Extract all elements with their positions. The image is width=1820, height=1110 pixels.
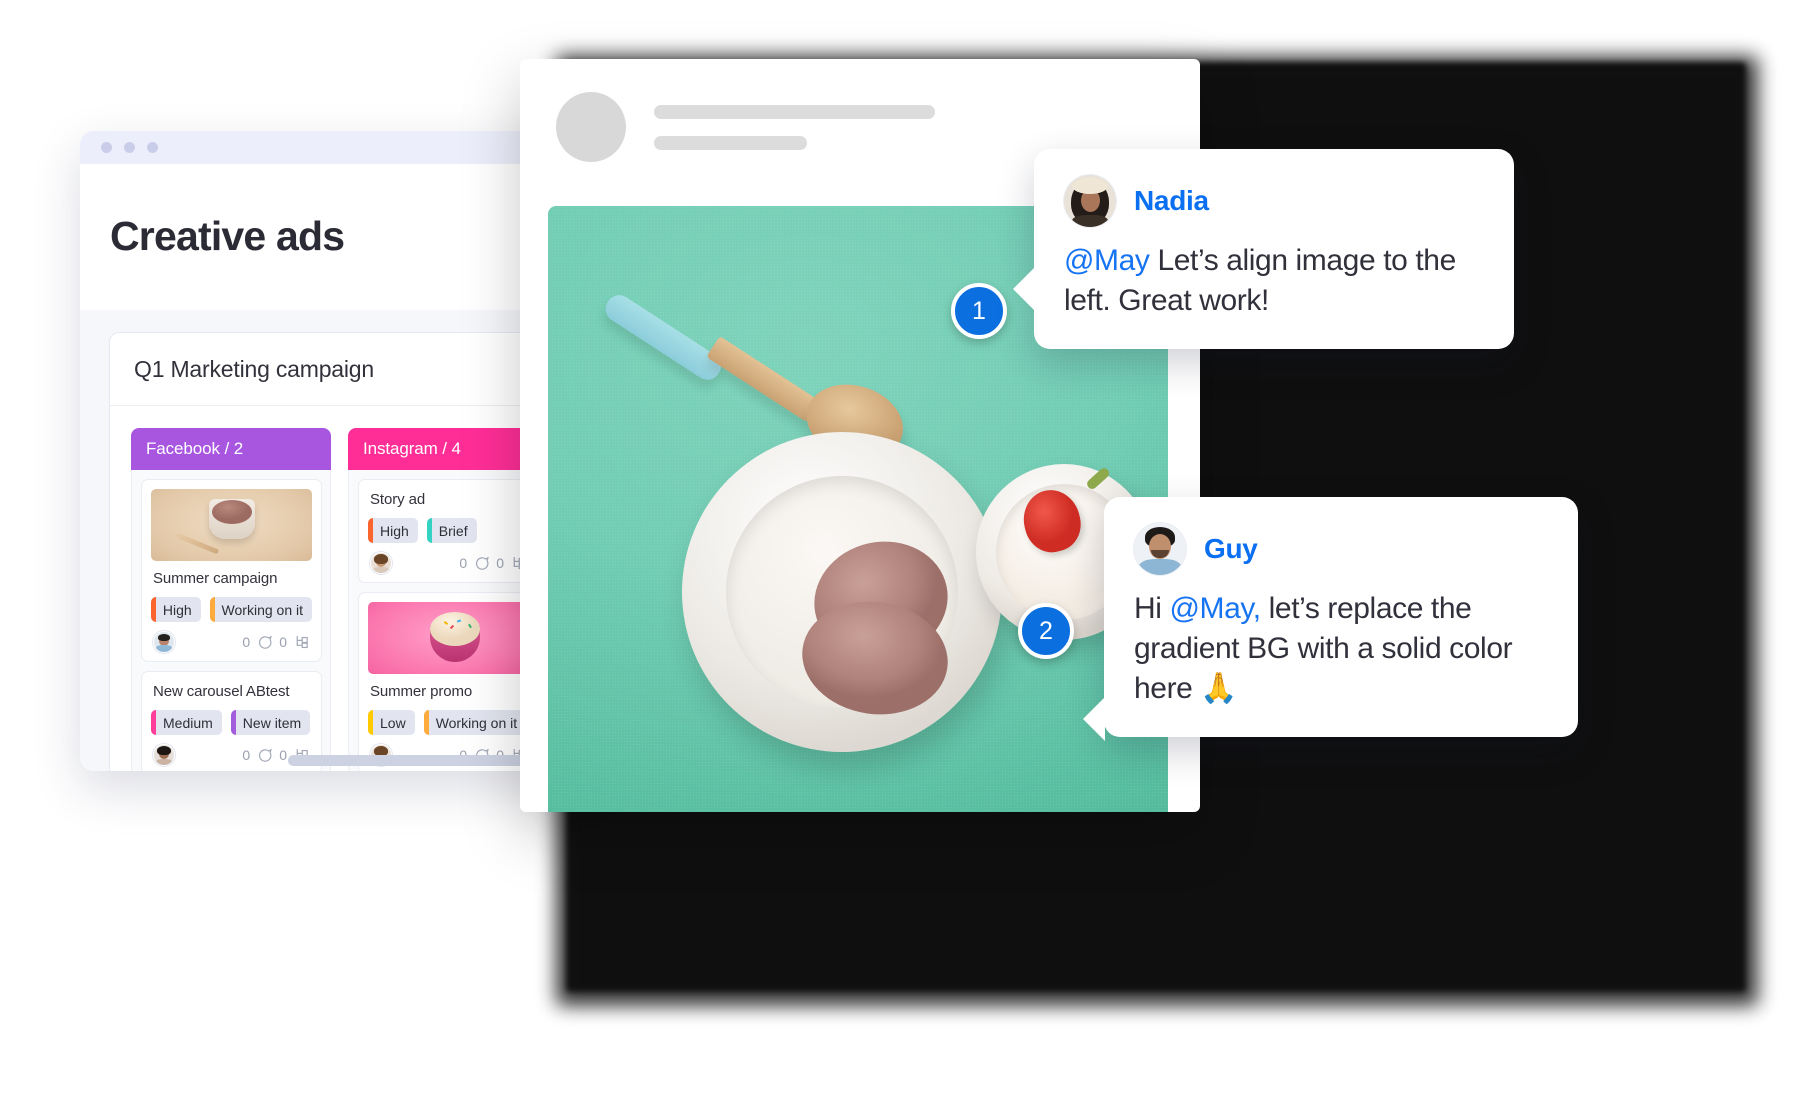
board-column-facebook: Facebook / 2 Summer campaign High Workin… bbox=[131, 428, 331, 771]
chip-label: Medium bbox=[163, 714, 213, 731]
strawberry-icon bbox=[1017, 466, 1112, 558]
large-ice-cream-bowl bbox=[682, 432, 1002, 752]
task-thumbnail-sprinkles-ice-cream bbox=[368, 602, 529, 674]
board-column-instagram: Instagram / 4 Story ad High Brief 0 0 Su… bbox=[348, 428, 548, 771]
updates-count: 0 bbox=[459, 555, 468, 571]
task-title: Summer campaign bbox=[153, 570, 278, 587]
placeholder-lines bbox=[654, 104, 935, 150]
task-chip-priority[interactable]: Low bbox=[368, 710, 415, 735]
task-chips: Low Working on it bbox=[368, 710, 529, 735]
task-meta: 0 0 bbox=[151, 629, 312, 653]
avatar[interactable] bbox=[153, 631, 175, 653]
board-window-body: Creative ads Q1 Marketing campaign Faceb… bbox=[80, 164, 595, 771]
task-title: Story ad bbox=[370, 491, 426, 508]
chip-label: Brief bbox=[438, 522, 468, 539]
board-area: Q1 Marketing campaign Facebook / 2 Summe… bbox=[80, 310, 595, 771]
guy-avatar[interactable] bbox=[1134, 523, 1186, 575]
task-card[interactable]: Story ad High Brief 0 0 bbox=[358, 479, 539, 583]
updates-count: 0 bbox=[242, 747, 251, 763]
screenshot-stage: Creative ads Q1 Marketing campaign Faceb… bbox=[0, 0, 1820, 1110]
task-chip-status[interactable]: New item bbox=[230, 710, 311, 735]
placeholder-line-short bbox=[654, 135, 807, 150]
comment-author-name: Nadia bbox=[1134, 185, 1209, 216]
task-chip-status[interactable]: Working on it bbox=[209, 597, 312, 622]
comment-text: Hi @May, let’s replace the gradient BG w… bbox=[1134, 589, 1548, 709]
mention-tag[interactable]: @May bbox=[1064, 244, 1150, 277]
window-chrome-bar bbox=[80, 131, 595, 164]
column-body-instagram: Story ad High Brief 0 0 Summer promo Low… bbox=[348, 470, 548, 771]
large-bowl-interior bbox=[726, 476, 959, 724]
comment-icon bbox=[476, 556, 489, 570]
task-card[interactable]: Summer promo Low Working on it bbox=[358, 592, 539, 771]
mention-tag[interactable]: @May, bbox=[1169, 592, 1261, 625]
traffic-light-close-icon[interactable] bbox=[101, 142, 112, 153]
task-card[interactable]: Summer campaign High Working on it 0 0 bbox=[141, 479, 322, 662]
subitems-icon bbox=[296, 635, 308, 648]
task-title: New carousel ABtest bbox=[153, 683, 290, 700]
traffic-light-minimize-icon[interactable] bbox=[124, 142, 135, 153]
chip-label: Low bbox=[380, 714, 406, 731]
comment-author-row: Guy bbox=[1134, 523, 1548, 575]
column-header-facebook[interactable]: Facebook / 2 bbox=[131, 428, 331, 470]
subitems-count: 0 bbox=[279, 634, 287, 650]
comment-icon bbox=[259, 635, 272, 649]
task-meta: 0 0 bbox=[368, 550, 529, 574]
comment-bubble-nadia: Nadia @May Let’s align image to the left… bbox=[1013, 149, 1514, 349]
traffic-light-maximize-icon[interactable] bbox=[147, 142, 158, 153]
comment-bubble-guy: Guy Hi @May, let’s replace the gradient … bbox=[1083, 497, 1578, 741]
task-counts: 0 0 bbox=[242, 634, 310, 651]
comment-author-name: Guy bbox=[1204, 533, 1258, 564]
placeholder-line-long bbox=[654, 104, 935, 119]
task-title: Summer promo bbox=[370, 683, 473, 700]
comment-text: @May Let’s align image to the left. Grea… bbox=[1064, 241, 1484, 321]
page-title: Creative ads bbox=[110, 213, 345, 259]
task-chips: High Working on it bbox=[151, 597, 312, 622]
column-header-instagram[interactable]: Instagram / 4 bbox=[348, 428, 548, 470]
chip-label: High bbox=[162, 601, 192, 618]
updates-count: 0 bbox=[242, 634, 251, 650]
chip-label: Working on it bbox=[221, 601, 303, 618]
post-header bbox=[520, 59, 1200, 162]
avatar[interactable] bbox=[153, 744, 175, 766]
chip-label: High bbox=[380, 522, 409, 539]
nadia-avatar[interactable] bbox=[1064, 175, 1116, 227]
comment-prefix: Hi bbox=[1134, 592, 1170, 625]
chip-label: New item bbox=[242, 714, 302, 731]
subitems-count: 0 bbox=[279, 747, 287, 763]
task-chip-priority[interactable]: Medium bbox=[151, 710, 222, 735]
comment-author-row: Nadia bbox=[1064, 175, 1484, 227]
task-chips: High Brief bbox=[368, 518, 529, 543]
task-counts: 0 0 bbox=[459, 555, 527, 572]
task-chip-priority[interactable]: High bbox=[151, 597, 201, 622]
comment-marker-1[interactable]: 1 bbox=[951, 283, 1007, 339]
board-window: Creative ads Q1 Marketing campaign Faceb… bbox=[80, 131, 595, 771]
column-body-facebook: Summer campaign High Working on it 0 0 N… bbox=[131, 470, 331, 771]
comment-icon bbox=[259, 748, 272, 762]
comment-marker-2[interactable]: 2 bbox=[1018, 603, 1074, 659]
task-chips: Medium New item bbox=[151, 710, 312, 735]
task-chip-priority[interactable]: High bbox=[368, 518, 418, 543]
subitems-count: 0 bbox=[496, 555, 504, 571]
strawberry-stem bbox=[1085, 466, 1112, 491]
avatar[interactable] bbox=[370, 552, 392, 574]
task-thumbnail-ice-cream-ramekin bbox=[151, 489, 312, 561]
task-chip-status[interactable]: Working on it bbox=[423, 710, 527, 735]
horizontal-scrollbar[interactable] bbox=[288, 755, 530, 766]
placeholder-avatar bbox=[556, 92, 626, 162]
chip-label: Working on it bbox=[435, 714, 518, 731]
task-chip-status[interactable]: Brief bbox=[426, 518, 477, 543]
